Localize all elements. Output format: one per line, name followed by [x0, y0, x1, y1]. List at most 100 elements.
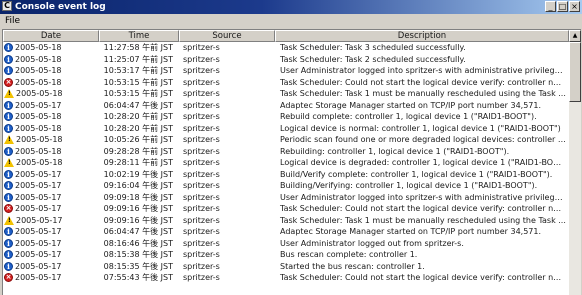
- scroll-up-button[interactable]: ▲: [569, 30, 581, 42]
- info-icon: i: [4, 169, 13, 179]
- info-icon: i: [4, 181, 13, 191]
- cell-date: i 2005-05-17: [3, 261, 99, 273]
- cell-description: Logical device is normal: controller 1, …: [280, 123, 561, 133]
- cell-time: 06:04:47 午後 JST: [103, 227, 173, 236]
- console-icon: C: [2, 1, 12, 11]
- column-header-description[interactable]: Description: [275, 30, 569, 42]
- cell-source: spritzer-s: [183, 100, 220, 110]
- date-text: 2005-05-18: [15, 43, 62, 52]
- table-row[interactable]: i 2005-05-17 10:02:19 午後 JST spritzer-s Buil…: [3, 169, 566, 181]
- date-text: 2005-05-17: [15, 250, 62, 259]
- cell-description: Task Scheduler: Task 1 must be manually …: [280, 215, 566, 225]
- date-text: 2005-05-18: [15, 54, 62, 64]
- date-text: 2005-05-18: [15, 66, 62, 75]
- table-row[interactable]: i 2005-05-18 10:28:20 午前 JST spritzer-s Logi…: [3, 123, 566, 135]
- cell-description: Periodic scan found one or more degraded…: [280, 135, 566, 144]
- cell-description: User Administrator logged out from sprit…: [280, 238, 464, 248]
- cell-description: Task Scheduler: Task 3 scheduled success…: [280, 43, 466, 52]
- table-row[interactable]: × 2005-05-17 09:09:16 午後 JST spritzer-s Task…: [3, 203, 566, 215]
- cell-date: × 2005-05-18: [3, 77, 99, 89]
- cell-time: 10:02:19 午後 JST: [103, 169, 173, 179]
- table-row[interactable]: i 2005-05-18 11:27:58 午前 JST spritzer-s Task…: [3, 42, 566, 54]
- cell-source: spritzer-s: [183, 169, 220, 179]
- date-text: 2005-05-18: [16, 135, 63, 144]
- table-row[interactable]: i 2005-05-18 11:25:07 午前 JST spritzer-s Task…: [3, 54, 566, 66]
- info-icon: i: [4, 54, 13, 64]
- cell-date: i 2005-05-18: [3, 65, 99, 77]
- date-text: 2005-05-17: [15, 100, 62, 110]
- title-bar[interactable]: C Console event log _ □ ×: [0, 0, 582, 14]
- minimize-button[interactable]: _: [545, 1, 556, 12]
- cell-description: Task Scheduler: Task 1 must be manually …: [280, 89, 566, 98]
- table-row[interactable]: i 2005-05-18 10:28:20 午前 JST spritzer-s Rebu…: [3, 111, 566, 123]
- info-icon: i: [4, 238, 13, 248]
- table-row[interactable]: i 2005-05-17 09:09:18 午後 JST spritzer-s User…: [3, 192, 566, 204]
- table-row[interactable]: i 2005-05-17 09:16:04 午後 JST spritzer-s Buil…: [3, 180, 566, 192]
- table-row[interactable]: i 2005-05-18 09:28:28 午前 JST spritzer-s Rebu…: [3, 146, 566, 158]
- cell-date: i 2005-05-17: [3, 226, 99, 238]
- column-header-source[interactable]: Source: [179, 30, 275, 42]
- info-icon: i: [4, 227, 13, 237]
- cell-source: spritzer-s: [183, 54, 220, 64]
- cell-source: spritzer-s: [183, 273, 220, 282]
- cell-source: spritzer-s: [183, 250, 220, 259]
- cell-date: i 2005-05-17: [3, 192, 99, 204]
- table-row[interactable]: i 2005-05-17 06:04:47 午後 JST spritzer-s Adap…: [3, 226, 566, 238]
- table-row[interactable]: × 2005-05-18 10:53:15 午前 JST spritzer-s Task…: [3, 77, 566, 89]
- cell-date: × 2005-05-17: [3, 272, 99, 284]
- info-icon: i: [4, 261, 13, 271]
- cell-source: spritzer-s: [183, 89, 220, 98]
- close-button[interactable]: ×: [569, 1, 580, 12]
- maximize-button[interactable]: □: [557, 1, 568, 12]
- cell-description: Task Scheduler: Could not start the logi…: [280, 204, 566, 213]
- date-text: 2005-05-18: [16, 89, 63, 98]
- cell-description: Started the bus rescan: controller 1.: [280, 261, 425, 271]
- column-header-time[interactable]: Time: [99, 30, 179, 42]
- date-text: 2005-05-17: [15, 169, 62, 179]
- cell-source: spritzer-s: [183, 261, 220, 271]
- table-row[interactable]: i 2005-05-17 06:04:47 午後 JST spritzer-s Adap…: [3, 100, 566, 112]
- cell-date: i 2005-05-18: [3, 111, 99, 123]
- cell-time: 09:09:18 午後 JST: [103, 192, 173, 202]
- cell-time: 08:16:46 午後 JST: [103, 238, 173, 248]
- info-icon: i: [4, 192, 13, 202]
- table-row[interactable]: ! 2005-05-17 09:09:16 午後 JST spritzer-s Task…: [3, 215, 566, 227]
- info-icon: i: [4, 123, 13, 133]
- table-row[interactable]: i 2005-05-17 08:15:38 午後 JST spritzer-s Bus …: [3, 249, 566, 261]
- cell-description: Adaptec Storage Manager started on TCP/I…: [280, 227, 542, 236]
- cell-time: 09:28:28 午前 JST: [103, 146, 173, 156]
- cell-time: 06:04:47 午後 JST: [103, 100, 173, 110]
- cell-date: ! 2005-05-18: [3, 134, 99, 146]
- table-row[interactable]: i 2005-05-17 08:16:46 午後 JST spritzer-s User…: [3, 238, 566, 250]
- cell-date: i 2005-05-17: [3, 249, 99, 261]
- cell-description: Adaptec Storage Manager started on TCP/I…: [280, 100, 542, 110]
- cell-time: 10:28:20 午前 JST: [103, 123, 173, 133]
- table-row[interactable]: ! 2005-05-18 10:05:26 午前 JST spritzer-s Peri…: [3, 134, 566, 146]
- date-text: 2005-05-17: [15, 227, 62, 236]
- cell-date: ! 2005-05-17: [3, 215, 99, 227]
- window-controls: _ □ ×: [545, 1, 580, 12]
- table-row[interactable]: × 2005-05-17 07:55:43 午後 JST spritzer-s Task…: [3, 272, 566, 284]
- warning-icon: !: [4, 215, 14, 225]
- cell-source: spritzer-s: [183, 204, 220, 213]
- cell-date: i 2005-05-18: [3, 123, 99, 135]
- date-text: 2005-05-18: [16, 158, 63, 167]
- table-row[interactable]: ! 2005-05-18 09:28:11 午前 JST spritzer-s Logi…: [3, 157, 566, 169]
- warning-icon: !: [4, 135, 14, 145]
- table-row[interactable]: i 2005-05-18 10:53:17 午前 JST spritzer-s User…: [3, 65, 566, 77]
- vertical-scrollbar[interactable]: ▲: [569, 30, 581, 295]
- cell-time: 09:09:16 午後 JST: [103, 215, 173, 225]
- table-row[interactable]: i 2005-05-17 08:15:35 午後 JST spritzer-s Star…: [3, 261, 566, 273]
- cell-description: Logical device is degraded: controller 1…: [280, 158, 566, 167]
- menu-file[interactable]: File: [5, 16, 20, 26]
- date-text: 2005-05-18: [15, 146, 62, 156]
- info-icon: i: [4, 250, 13, 260]
- date-text: 2005-05-17: [15, 181, 62, 190]
- cell-description: Building/Verifying: controller 1, logica…: [280, 181, 538, 190]
- table-row[interactable]: ! 2005-05-18 10:53:15 午前 JST spritzer-s Task…: [3, 88, 566, 100]
- column-header-date[interactable]: Date: [3, 30, 99, 42]
- event-log-table: Date Time Source Description i 2005-05-18…: [2, 29, 581, 295]
- cell-date: i 2005-05-17: [3, 100, 99, 112]
- scroll-thumb[interactable]: [569, 42, 581, 102]
- cell-date: i 2005-05-17: [3, 180, 99, 192]
